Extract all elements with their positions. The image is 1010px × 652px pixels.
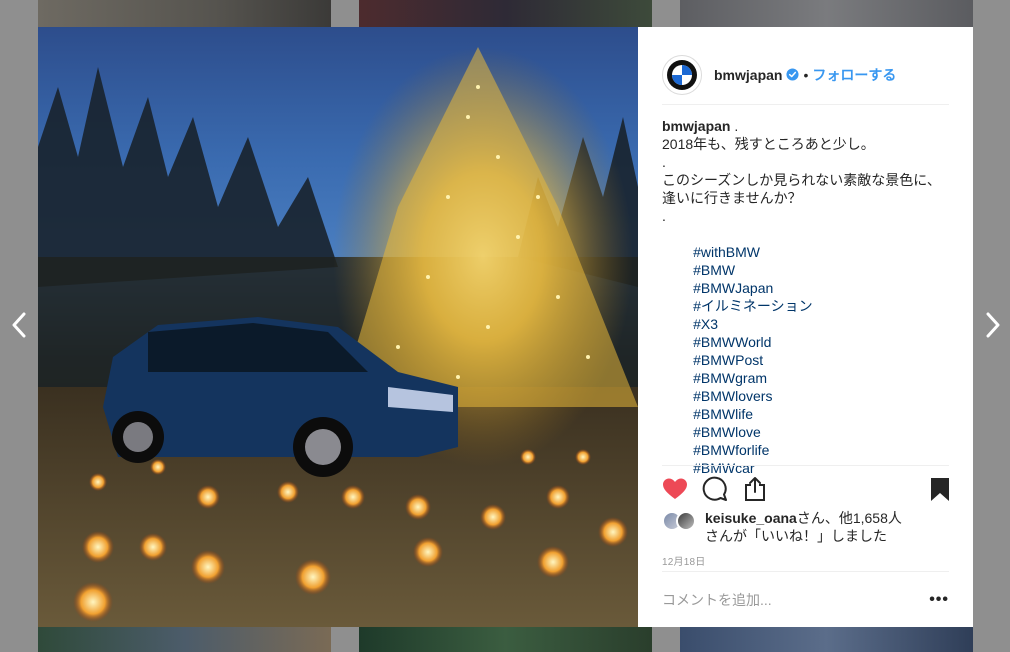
chevron-left-icon[interactable] — [8, 312, 30, 342]
avatar — [676, 511, 696, 531]
hashtag-link[interactable]: #BMWPost — [693, 352, 763, 368]
post-modal: bmwjapan • フォローする bmwjapan . 2018年も、残すとこ… — [38, 27, 973, 627]
bmw-logo-icon — [667, 59, 697, 90]
comment-input[interactable] — [662, 591, 930, 608]
likes-count[interactable]: さん、他1,658人 — [797, 510, 902, 526]
separator-dot: • — [803, 66, 809, 83]
heart-icon[interactable] — [662, 476, 688, 502]
follow-button[interactable]: フォローする — [812, 65, 896, 85]
hashtag-link[interactable]: #BMWlovers — [693, 388, 772, 404]
bmw-x3-illumination-photo — [38, 47, 638, 627]
grid-thumbnail[interactable] — [38, 627, 331, 652]
caption-line: . — [662, 208, 666, 224]
post-sidepanel: bmwjapan • フォローする bmwjapan . 2018年も、残すとこ… — [638, 27, 973, 627]
hashtag-link[interactable]: #BMWWorld — [693, 334, 771, 350]
comment-icon[interactable] — [702, 476, 728, 502]
caption-line: 逢いに行きませんか？ — [662, 190, 802, 206]
caption-line: 2018年も、残すところあと少し。 — [662, 136, 875, 152]
hashtag-link[interactable]: #withBMW — [693, 244, 760, 260]
hashtag-link[interactable]: #BMW — [693, 262, 735, 278]
hashtag-link[interactable]: #イルミネーション — [693, 298, 813, 314]
comment-bar: ••• — [662, 571, 949, 627]
liker-username[interactable]: keisuke_oana — [705, 510, 797, 526]
caption-username[interactable]: bmwjapan — [662, 118, 730, 134]
caption: bmwjapan . 2018年も、残すところあと少し。 . このシーズンしか見… — [662, 117, 952, 495]
more-options-icon[interactable]: ••• — [929, 591, 949, 609]
verified-badge-icon — [786, 68, 800, 81]
caption-line: . — [734, 118, 739, 134]
hashtag-list: #withBMW #BMW #BMWJapan #イルミネーション #X3 #B… — [662, 225, 952, 495]
grid-thumbnail[interactable] — [359, 627, 652, 652]
avatar[interactable] — [662, 54, 702, 95]
hashtag-link[interactable]: #X3 — [693, 316, 718, 332]
hashtag-link[interactable]: #BMWgram — [693, 370, 767, 386]
caption-line: このシーズンしか見られない素敵な景色に、 — [662, 172, 941, 188]
post-header: bmwjapan • フォローする — [662, 45, 949, 105]
post-photo[interactable] — [38, 27, 638, 627]
hashtag-link[interactable]: #BMWforlife — [693, 442, 769, 458]
grid-thumbnail[interactable] — [38, 0, 331, 27]
hashtag-link[interactable]: #BMWJapan — [693, 280, 773, 296]
hashtag-link[interactable]: #BMWlove — [693, 424, 761, 440]
likes-summary: keisuke_oanaさん、他1,658人 さんが「いいね！」しました — [662, 509, 952, 549]
chevron-right-icon[interactable] — [982, 312, 1004, 342]
username[interactable]: bmwjapan — [714, 67, 782, 83]
action-bar — [662, 465, 949, 511]
liker-avatars[interactable] — [662, 511, 700, 531]
bookmark-icon[interactable] — [927, 476, 953, 502]
grid-thumbnail[interactable] — [359, 0, 652, 27]
likes-line: さんが「いいね！」しました — [705, 528, 887, 544]
hashtag-link[interactable]: #BMWlife — [693, 406, 753, 422]
grid-thumbnail[interactable] — [680, 627, 973, 652]
grid-thumbnail[interactable] — [680, 0, 973, 27]
caption-line: . — [662, 154, 666, 170]
post-date[interactable]: 12月18日 — [662, 553, 705, 568]
share-icon[interactable] — [742, 476, 768, 502]
